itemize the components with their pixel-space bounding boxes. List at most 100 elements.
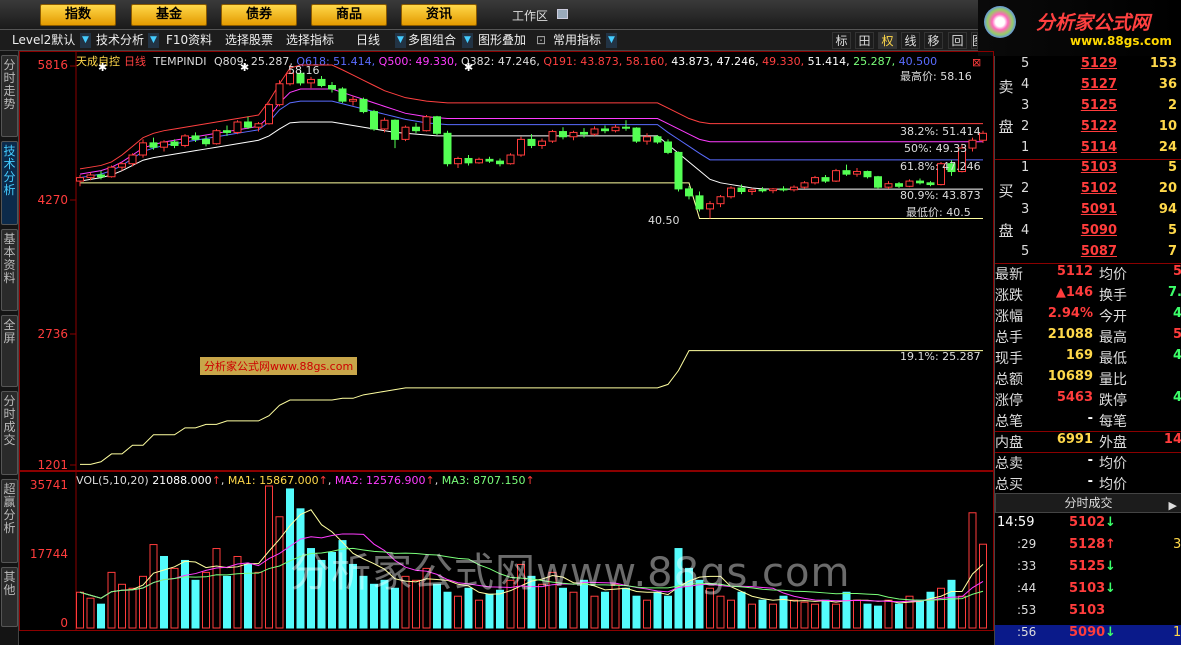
- dropdown-arrow-icon[interactable]: ▼: [80, 33, 91, 48]
- volume-bar-up: [76, 591, 84, 629]
- quote-row: 最新 5112 均价 5: [995, 264, 1181, 285]
- quote-label: 均价: [1099, 267, 1127, 283]
- back-button[interactable]: 回: [948, 32, 967, 49]
- menu-commodity-button[interactable]: 商品: [311, 4, 387, 26]
- tick-time: :44: [1017, 581, 1037, 595]
- level2-default-menu[interactable]: Level2默认: [12, 32, 75, 49]
- quote-label: 跌停: [1099, 393, 1127, 409]
- candle-up: [506, 154, 515, 165]
- tab-fundamental[interactable]: 基本资料: [1, 229, 18, 311]
- volume-bar-up: [769, 603, 777, 629]
- candle-up: [611, 126, 620, 132]
- candle-down: [601, 128, 609, 132]
- buy-order-row[interactable]: 4 5090 5: [1021, 223, 1181, 244]
- quote-label: 涨幅: [995, 309, 1023, 325]
- candle-down: [412, 126, 420, 132]
- tab-technical[interactable]: 技术分析: [1, 141, 18, 225]
- kline-chart[interactable]: 天成自控 日线 TEMPINDI Q809: 25.287, Q618: 51.4…: [19, 51, 994, 472]
- candle-down: [443, 132, 452, 165]
- candle-up: [643, 136, 651, 142]
- volume-bar-down: [916, 599, 924, 629]
- tab-fullscreen[interactable]: 全屏: [1, 315, 18, 387]
- price: 5129: [1080, 56, 1117, 71]
- workzone-dropdown-icon[interactable]: [557, 9, 568, 19]
- volume-bar-up: [811, 603, 819, 629]
- candle-up: [538, 140, 546, 146]
- move-button[interactable]: 移: [924, 32, 943, 49]
- tick-direction-icon: ↓: [1105, 515, 1116, 530]
- rights-button[interactable]: 权: [878, 32, 897, 49]
- tab-super-analysis[interactable]: 超赢分析: [1, 479, 18, 563]
- workzone-menu[interactable]: 工作区: [512, 7, 548, 24]
- candle-down: [895, 183, 903, 187]
- menu-fund-button[interactable]: 基金: [131, 4, 207, 26]
- overlay-menu[interactable]: 图形叠加: [478, 32, 526, 49]
- dropdown-arrow-icon[interactable]: ▼: [462, 33, 473, 48]
- grid-button[interactable]: 田: [855, 32, 874, 49]
- candle-up: [968, 139, 977, 149]
- time-sales-header[interactable]: 分时成交 ▶: [995, 493, 1181, 513]
- buy-order-row[interactable]: 2 5102 20: [1021, 181, 1181, 202]
- daily-period-menu[interactable]: 日线: [356, 32, 380, 49]
- sell-order-row[interactable]: 2 5122 10: [1021, 119, 1181, 140]
- tick-price: 5125: [1069, 559, 1106, 574]
- candle-down: [527, 138, 536, 146]
- candle-down: [433, 116, 441, 134]
- quote-label: 最高: [1099, 330, 1127, 346]
- buy-order-row[interactable]: 5 5087 7: [1021, 244, 1181, 265]
- menu-bond-button[interactable]: 债券: [221, 4, 297, 26]
- level: 3: [1021, 98, 1030, 113]
- multi-chart-menu[interactable]: 多图组合: [408, 32, 456, 49]
- candle-down: [338, 88, 347, 102]
- sell-order-row[interactable]: 5 5129 153: [1021, 56, 1181, 77]
- quote-value: 5: [1172, 264, 1181, 279]
- quote-label: 外盘: [1099, 435, 1127, 451]
- select-indicator-menu[interactable]: 选择指标: [286, 32, 334, 49]
- f10-info-menu[interactable]: F10资料: [166, 32, 212, 49]
- tick-price: 5103: [1069, 581, 1106, 596]
- buy-order-row[interactable]: 1 5103 5: [1021, 160, 1181, 181]
- menu-index-button[interactable]: 指数: [40, 4, 116, 26]
- volume-bar-down: [160, 555, 168, 629]
- fib-809-label: 80.9%: 43.873: [900, 189, 981, 202]
- quote-row: 涨幅 2.94% 今开 4: [995, 306, 1181, 327]
- line-button[interactable]: 线: [901, 32, 920, 49]
- select-stock-menu[interactable]: 选择股票: [225, 32, 273, 49]
- common-indicator-menu[interactable]: 常用指标: [553, 32, 601, 49]
- dropdown-arrow-icon[interactable]: ▼: [606, 33, 617, 48]
- picture-button[interactable]: 图: [971, 32, 978, 49]
- candle-down: [779, 188, 788, 191]
- tick-direction-icon: ↓: [1105, 625, 1116, 640]
- volume-chart[interactable]: VOL(5,10,20) 21088.000↑, MA1: 15867.000↑…: [19, 471, 994, 632]
- time-sales-title: 分时成交: [1064, 496, 1113, 510]
- tab-time-sales[interactable]: 分时成交: [1, 391, 18, 475]
- quote-label: 今开: [1099, 309, 1127, 325]
- candle-up: [233, 121, 242, 133]
- lock-icon[interactable]: ⊡: [536, 32, 546, 49]
- level: 4: [1021, 223, 1030, 238]
- menu-news-button[interactable]: 资讯: [401, 4, 477, 26]
- sell-order-row[interactable]: 3 5125 2: [1021, 98, 1181, 119]
- fib-50-label: 50%: 49.33: [904, 142, 968, 155]
- candle-down: [149, 142, 158, 148]
- volume-bar-up: [937, 587, 945, 629]
- sell-order-row[interactable]: 1 5114 24: [1021, 140, 1181, 161]
- tab-other[interactable]: 其他: [1, 567, 18, 627]
- buy-order-row[interactable]: 3 5091 94: [1021, 202, 1181, 223]
- sell-order-row[interactable]: 4 5127 36: [1021, 77, 1181, 98]
- volume-bar-up: [212, 548, 221, 629]
- chart-toolbar: Level2默认 ▼ 技术分析 ▼ F10资料 选择股票 选择指标 日线 ▼ 多…: [0, 30, 978, 51]
- quote-label: 总买: [995, 477, 1023, 493]
- volume-bar-up: [128, 587, 137, 629]
- dropdown-arrow-icon[interactable]: ▼: [395, 33, 406, 48]
- volume-bar-up: [727, 599, 735, 629]
- fib-low-line: [80, 182, 983, 219]
- volume: 24: [1158, 140, 1177, 155]
- mark-button[interactable]: 标: [832, 32, 851, 49]
- tech-analysis-menu[interactable]: 技术分析: [96, 32, 144, 49]
- candle-up: [727, 187, 735, 198]
- tab-intraday[interactable]: 分时走势: [1, 55, 18, 137]
- candle-up: [905, 180, 914, 187]
- dropdown-arrow-icon[interactable]: ▼: [148, 33, 159, 48]
- play-arrow-icon[interactable]: ▶: [1169, 497, 1177, 515]
